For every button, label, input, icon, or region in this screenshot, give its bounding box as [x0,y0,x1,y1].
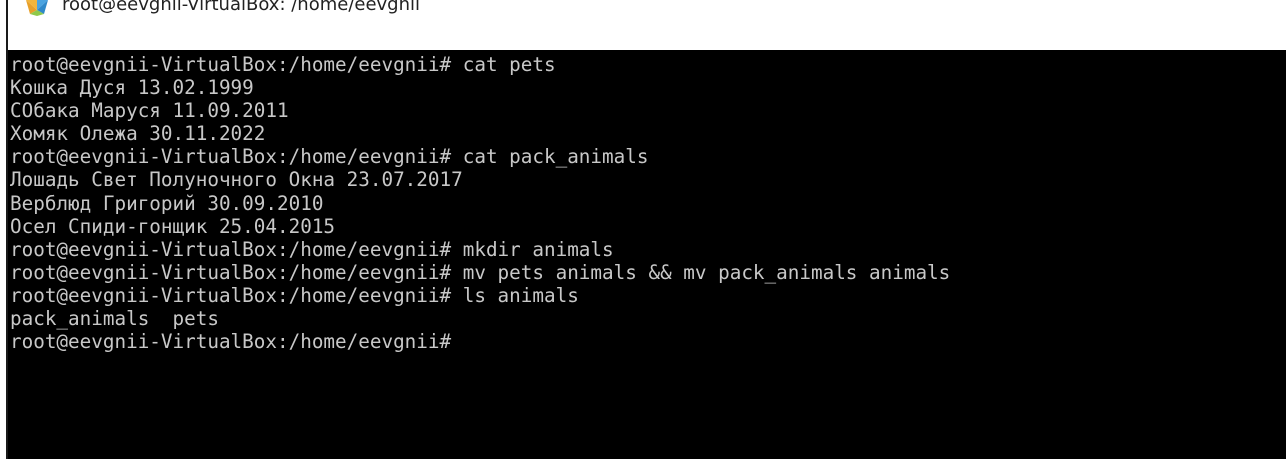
terminal-line: Лошадь Свет Полуночного Окна 23.07.2017 [10,168,463,192]
terminal-line: root@eevgnii-VirtualBox:/home/eevgnii# c… [10,53,556,76]
terminal-line: root@eevgnii-VirtualBox:/home/eevgnii# m… [10,260,951,284]
terminal-line: Верблюд Григорий 30.09.2010 [10,191,324,215]
window-title: root@eevgnii-VirtualBox: /home/eevgnii [62,0,421,15]
terminal-line: root@eevgnii-VirtualBox:/home/eevgnii# c… [10,145,649,169]
terminal-prompt-line[interactable]: root@eevgnii-VirtualBox:/home/eevgnii# [10,330,950,353]
terminal-output: root@eevgnii-VirtualBox:/home/eevgnii# c… [10,53,950,353]
terminal-line: Хомяк Олежа 30.11.2022 [10,122,266,146]
terminal-line: root@eevgnii-VirtualBox:/home/eevgnii# m… [10,237,614,261]
terminal-line: root@eevgnii-VirtualBox:/home/eevgnii# l… [10,283,579,307]
terminal-line: Кошка Дуся 13.02.1999 [10,76,254,100]
terminal-line: pack_animals pets [10,307,219,331]
terminal-window: root@eevgnii-VirtualBox: /home/eevgnii r… [0,0,1286,459]
terminal-screen[interactable]: root@eevgnii-VirtualBox:/home/eevgnii# c… [8,50,1286,459]
window-titlebar[interactable]: root@eevgnii-VirtualBox: /home/eevgnii [8,0,1286,50]
terminal-line: СОбака Маруся 11.09.2011 [10,99,289,123]
terminal-line: Осел Спиди-гонщик 25.04.2015 [10,214,336,238]
putty-terminal-icon [26,0,48,16]
